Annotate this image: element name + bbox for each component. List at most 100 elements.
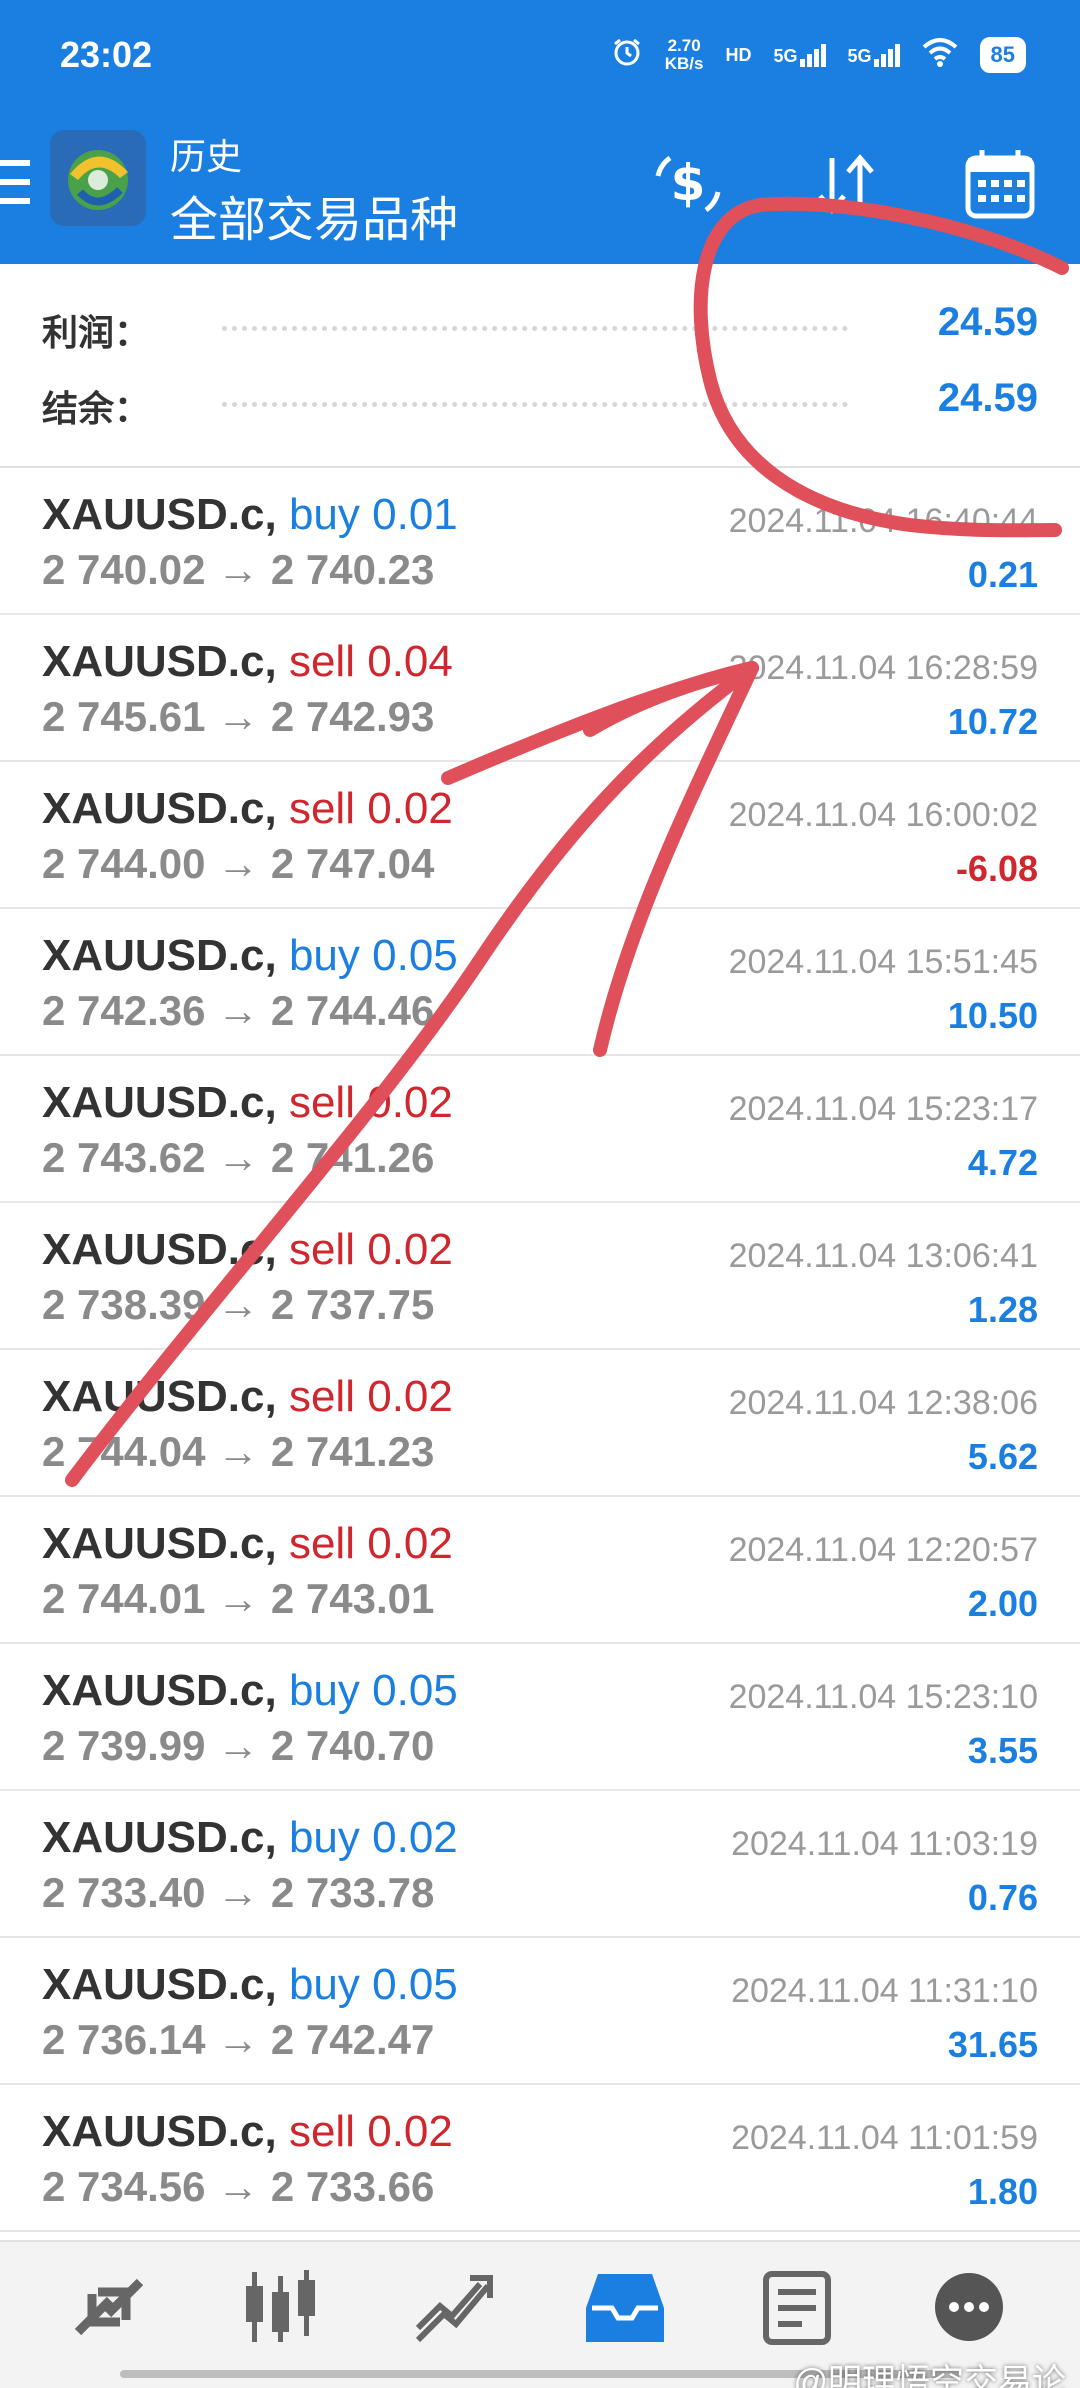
close-price: 2 744.46: [270, 987, 435, 1034]
trade-icon[interactable]: [408, 2262, 498, 2352]
open-price: 2 736.14: [42, 2016, 206, 2063]
deal-row[interactable]: XAUUSD.c, sell 0.02 2 744.01 → 2 743.01 20…: [0, 1497, 1080, 1644]
alarm-icon: [611, 36, 643, 74]
deal-time: 2024.11.04 12:38:06: [728, 1384, 1038, 1422]
open-price: 2 739.99: [42, 1722, 206, 1769]
deal-row[interactable]: XAUUSD.c, sell 0.02 2 744.04 → 2 741.23 20…: [0, 1350, 1080, 1497]
arrow-right-icon: →: [205, 2016, 271, 2063]
profit-value: 24.59: [937, 300, 1038, 344]
deal-prices: 2 744.00 → 2 747.04: [42, 840, 434, 888]
deal-direction: buy: [288, 1666, 360, 1715]
close-price: 2 747.04: [270, 840, 435, 887]
deal-profit: 4.72: [967, 1142, 1038, 1183]
history-summary: 利润： 24.59 结余： 24.59: [0, 264, 1080, 468]
calendar-icon[interactable]: [962, 146, 1038, 222]
deal-profit: 0.76: [967, 1877, 1038, 1918]
deal-time: 2024.11.04 11:31:10: [731, 1972, 1038, 2010]
deal-prices: 2 739.99 → 2 740.70: [42, 1722, 434, 1770]
open-price: 2 744.00: [42, 840, 206, 887]
deal-title: XAUUSD.c, buy 0.01: [42, 490, 458, 540]
profit-label: 利润：: [42, 312, 151, 353]
deal-symbol: XAUUSD.c,: [42, 1666, 277, 1715]
arrow-right-icon: →: [205, 987, 271, 1034]
dollar-refresh-icon[interactable]: $: [650, 146, 726, 222]
balance-label: 结余：: [42, 388, 151, 429]
deal-row[interactable]: XAUUSD.c, sell 0.02 2 738.39 → 2 737.75 20…: [0, 1203, 1080, 1350]
wifi-icon: [922, 37, 958, 73]
arrow-right-icon: →: [205, 1134, 271, 1181]
close-price: 2 743.01: [270, 1575, 435, 1622]
deal-symbol: XAUUSD.c,: [42, 1813, 277, 1862]
deal-time: 2024.11.04 15:51:45: [728, 943, 1038, 981]
app: 23:02 2.70 KB/s HD 5G 5G 85 历史 全部交易品种 $ …: [0, 0, 1080, 2388]
status-bar: 23:02 2.70 KB/s HD 5G 5G 85: [0, 0, 1080, 118]
deal-symbol: XAUUSD.c,: [42, 1225, 277, 1274]
deal-time: 2024.11.04 12:20:57: [728, 1531, 1038, 1569]
symbol-filter[interactable]: 全部交易品种: [170, 180, 458, 250]
deal-profit: -6.08: [955, 848, 1038, 889]
hd-icon: HD: [725, 45, 751, 66]
deal-time: 2024.11.04 16:00:02: [728, 796, 1038, 834]
deal-direction: buy: [288, 1813, 360, 1862]
deal-title: XAUUSD.c, sell 0.02: [42, 1225, 453, 1275]
sort-icon[interactable]: [808, 146, 884, 222]
menu-icon[interactable]: [0, 160, 30, 220]
deal-row[interactable]: XAUUSD.c, buy 0.02 2 733.40 → 2 733.78 202…: [0, 1791, 1080, 1938]
deal-row[interactable]: XAUUSD.c, sell 0.04 2 745.61 → 2 742.93 20…: [0, 615, 1080, 762]
arrow-right-icon: →: [205, 1869, 271, 1916]
arrow-right-icon: →: [205, 1428, 271, 1475]
net-speed-value: 2.70: [667, 36, 701, 55]
deal-title: XAUUSD.c, sell 0.02: [42, 784, 453, 834]
quotes-icon[interactable]: [64, 2262, 154, 2352]
deal-row[interactable]: XAUUSD.c, buy 0.05 2 736.14 → 2 742.47 202…: [0, 1938, 1080, 2085]
deal-direction: sell: [288, 1078, 355, 1127]
deal-type: sell 0.02: [289, 1225, 453, 1274]
deal-symbol: XAUUSD.c,: [42, 1372, 277, 1421]
deal-type: sell 0.02: [289, 1519, 453, 1568]
deal-prices: 2 740.02 → 2 740.23: [42, 546, 434, 594]
arrow-right-icon: →: [205, 1722, 271, 1769]
deal-row[interactable]: XAUUSD.c, buy 0.05 2 739.99 → 2 740.70 202…: [0, 1644, 1080, 1791]
arrow-right-icon: →: [205, 2163, 271, 2210]
deal-symbol: XAUUSD.c,: [42, 931, 277, 980]
deal-direction: sell: [288, 784, 355, 833]
deal-title: XAUUSD.c, buy 0.05: [42, 1666, 458, 1716]
open-price: 2 745.61: [42, 693, 206, 740]
deal-prices: 2 734.56 → 2 733.66: [42, 2163, 434, 2211]
open-price: 2 740.02: [42, 546, 206, 593]
arrow-right-icon: →: [205, 546, 271, 593]
deal-volume: 0.02: [367, 1225, 453, 1274]
arrow-right-icon: →: [205, 840, 271, 887]
deal-row[interactable]: XAUUSD.c, buy 0.01 2 740.02 → 2 740.23 202…: [0, 468, 1080, 615]
history-icon[interactable]: [580, 2262, 670, 2352]
deal-type: buy 0.05: [289, 1666, 458, 1715]
deal-title: XAUUSD.c, buy 0.05: [42, 1960, 458, 2010]
deal-prices: 2 744.04 → 2 741.23: [42, 1428, 434, 1476]
deal-row[interactable]: XAUUSD.c, sell 0.02 2 744.00 → 2 747.04 20…: [0, 762, 1080, 909]
deal-profit: 3.55: [967, 1730, 1038, 1771]
deal-prices: 2 744.01 → 2 743.01: [42, 1575, 434, 1623]
deal-volume: 0.05: [372, 1666, 458, 1715]
deal-direction: sell: [288, 2107, 355, 2156]
deal-row[interactable]: XAUUSD.c, sell 0.02 2 743.62 → 2 741.26 20…: [0, 1056, 1080, 1203]
deal-direction: buy: [288, 1960, 360, 2009]
deal-time: 2024.11.04 15:23:10: [728, 1678, 1038, 1716]
deal-title: XAUUSD.c, sell 0.02: [42, 1078, 453, 1128]
deal-profit: 5.62: [967, 1436, 1038, 1477]
chat-icon[interactable]: [924, 2262, 1014, 2352]
deal-prices: 2 742.36 → 2 744.46: [42, 987, 434, 1035]
divider-dots: [222, 402, 848, 407]
divider-dots: [222, 326, 848, 331]
deal-symbol: XAUUSD.c,: [42, 1519, 277, 1568]
deal-row[interactable]: XAUUSD.c, buy 0.05 2 742.36 → 2 744.46 202…: [0, 909, 1080, 1056]
deal-title: XAUUSD.c, buy 0.05: [42, 931, 458, 981]
chart-icon[interactable]: [236, 2262, 326, 2352]
close-price: 2 737.75: [270, 1281, 435, 1328]
deal-row[interactable]: XAUUSD.c, sell 0.02 2 734.56 → 2 733.66 20…: [0, 2085, 1080, 2232]
deal-volume: 0.02: [367, 1372, 453, 1421]
metatrader-logo: [50, 130, 146, 226]
news-icon[interactable]: [752, 2262, 842, 2352]
arrow-right-icon: →: [205, 1281, 271, 1328]
deal-volume: 0.02: [367, 1519, 453, 1568]
deal-prices: 2 738.39 → 2 737.75: [42, 1281, 434, 1329]
